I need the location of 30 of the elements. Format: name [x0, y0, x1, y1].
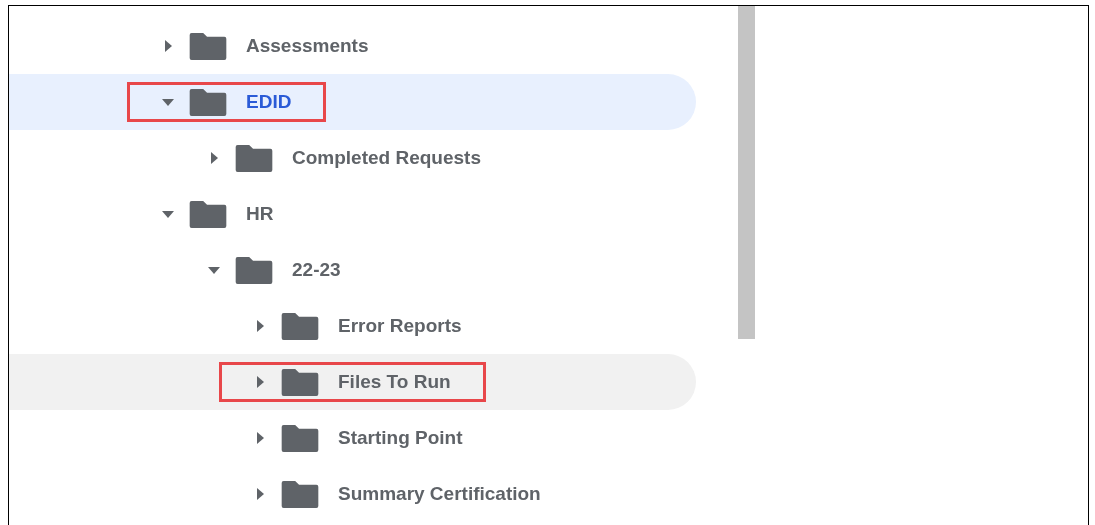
tree-row-highlight[interactable]: Files To Run	[9, 354, 696, 410]
caret-down-icon[interactable]	[162, 208, 174, 220]
folder-name[interactable]: Assessments	[246, 35, 369, 57]
folder-icon	[189, 88, 227, 116]
caret-right-icon[interactable]	[254, 376, 266, 388]
folder-icon	[189, 200, 227, 228]
scrollbar-thumb[interactable]	[738, 6, 755, 339]
folder-name[interactable]: Completed Requests	[292, 147, 481, 169]
folder-name[interactable]: Summary Certification	[338, 483, 541, 505]
caret-right-icon[interactable]	[254, 488, 266, 500]
tree-row-highlight[interactable]: EDID	[9, 74, 696, 130]
caret-right-icon[interactable]	[208, 152, 220, 164]
folder-icon	[189, 32, 227, 60]
folder-icon	[235, 144, 273, 172]
folder-icon	[281, 368, 319, 396]
folder-name[interactable]: Files To Run	[338, 371, 451, 393]
caret-right-icon[interactable]	[254, 320, 266, 332]
caret-right-icon[interactable]	[162, 40, 174, 52]
folder-name[interactable]: 22-23	[292, 259, 341, 281]
folder-icon	[281, 424, 319, 452]
folder-icon	[235, 256, 273, 284]
folder-name[interactable]: Error Reports	[338, 315, 462, 337]
caret-right-icon[interactable]	[254, 432, 266, 444]
folder-name[interactable]: Starting Point	[338, 427, 463, 449]
folder-name[interactable]: EDID	[246, 91, 292, 113]
folder-icon	[281, 480, 319, 508]
folder-name[interactable]: HR	[246, 203, 274, 225]
caret-down-icon[interactable]	[208, 264, 220, 276]
folder-icon	[281, 312, 319, 340]
caret-down-icon[interactable]	[162, 96, 174, 108]
